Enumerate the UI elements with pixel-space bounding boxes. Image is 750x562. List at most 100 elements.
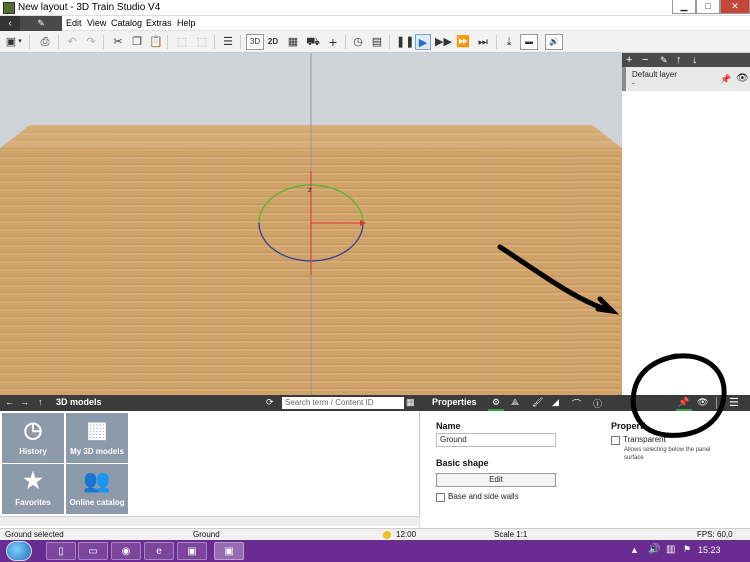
horizontal-scrollbar[interactable]: [0, 516, 420, 526]
fast-forward-icon[interactable]: ▶▶: [435, 34, 452, 50]
layer-up-icon[interactable]: ↑: [676, 53, 682, 67]
tray-network-icon[interactable]: ▥: [666, 544, 675, 555]
control-panel-icon[interactable]: ▬: [520, 34, 538, 50]
grid-icon: ▦: [86, 417, 108, 442]
pin-icon[interactable]: 📌: [720, 74, 731, 85]
add-icon[interactable]: +: [325, 34, 341, 50]
taskbar-app-1-icon[interactable]: ▯: [46, 542, 76, 560]
layer-sub: -: [632, 79, 635, 88]
nav-forward-icon[interactable]: →: [20, 397, 29, 407]
undo-icon[interactable]: ↶: [64, 34, 80, 50]
name-label: Name: [436, 421, 461, 431]
tile-history[interactable]: ◷ History: [2, 413, 64, 463]
selection-status: Ground selected: [5, 530, 64, 539]
taskbar-app-5-icon[interactable]: ▣: [177, 542, 207, 560]
minimize-button[interactable]: ▁: [672, 0, 696, 14]
gear-icon[interactable]: ⚙: [488, 395, 504, 411]
base-walls-checkbox[interactable]: [436, 493, 445, 502]
app-icon: [3, 2, 15, 14]
back-button[interactable]: ‹: [0, 16, 20, 31]
print-icon[interactable]: ⎙: [37, 34, 53, 50]
3d-viewport[interactable]: z: [0, 53, 622, 395]
edit-layer-icon[interactable]: ✎: [660, 53, 668, 67]
catalog-panel: ◷ History ▦ My 3D models ★ Favorites 👥 O…: [0, 411, 420, 528]
ungroup-icon[interactable]: ⬚: [194, 34, 210, 50]
redo-icon[interactable]: ↷: [83, 34, 99, 50]
name-field[interactable]: Ground: [436, 433, 556, 447]
remove-layer-icon[interactable]: −: [642, 53, 648, 67]
view-3d-button[interactable]: 3D: [246, 34, 264, 50]
catalog-title: 3D models: [56, 397, 102, 407]
view-2d-button[interactable]: 2D: [265, 34, 281, 50]
menu-help[interactable]: Help: [177, 18, 196, 28]
tile-favorites-label: Favorites: [15, 498, 51, 507]
cut-icon[interactable]: ✂: [110, 34, 126, 50]
skip-end-icon[interactable]: ⏭: [475, 34, 491, 50]
layers-panel: + − ✎ ↑ ↓ Default layer - 📌 👁: [622, 53, 750, 395]
brush-icon[interactable]: 🖌: [532, 397, 543, 408]
properties-title: Properties: [432, 397, 477, 407]
list-icon[interactable]: ☰: [220, 34, 236, 50]
tile-favorites[interactable]: ★ Favorites: [2, 464, 64, 514]
menu-extras[interactable]: Extras: [146, 18, 172, 28]
tile-history-label: History: [19, 447, 47, 456]
sound-icon[interactable]: 🔊: [545, 34, 563, 50]
menu-catalog[interactable]: Catalog: [111, 18, 142, 28]
edit-button[interactable]: Edit: [436, 473, 556, 487]
taskbar-explorer-icon[interactable]: ▭: [78, 542, 108, 560]
maximize-button[interactable]: □: [696, 0, 720, 14]
menu-view[interactable]: View: [87, 18, 106, 28]
calculator-icon[interactable]: ▤: [369, 34, 385, 50]
layers-toolbar: + − ✎ ↑ ↓: [622, 53, 750, 67]
nav-back-icon[interactable]: ←: [5, 397, 14, 407]
pause-icon[interactable]: ❚❚: [396, 34, 414, 50]
eye-icon[interactable]: 👁: [736, 73, 749, 84]
paste-icon[interactable]: 📋: [148, 34, 164, 50]
terrain-icon[interactable]: ◢: [552, 397, 559, 408]
node-icon[interactable]: ⟁: [511, 397, 519, 408]
selected-object: Ground: [193, 530, 220, 539]
taskbar-train-studio-icon[interactable]: ▣: [214, 542, 244, 560]
close-button[interactable]: ✕: [720, 0, 750, 14]
info-icon[interactable]: ⓘ: [593, 397, 602, 410]
taskbar-chrome-icon[interactable]: ◉: [111, 542, 141, 560]
layer-down-icon[interactable]: ↓: [692, 53, 698, 67]
layer-row-default[interactable]: Default layer - 📌 👁: [622, 67, 750, 91]
tray-arrow-icon[interactable]: ▲: [630, 545, 639, 555]
clock-icon[interactable]: ◷: [350, 34, 366, 50]
view-toggle-icon[interactable]: ▦: [406, 397, 415, 408]
download-icon[interactable]: ⤓: [501, 34, 517, 50]
grid-icon[interactable]: ▦: [285, 34, 301, 50]
start-button[interactable]: [6, 541, 32, 561]
taskbar-clock[interactable]: 15:23: [698, 545, 721, 555]
sun-icon[interactable]: [383, 531, 391, 539]
menu-edit[interactable]: Edit: [66, 18, 82, 28]
transparent-checkbox[interactable]: [611, 436, 620, 445]
train-icon[interactable]: ⛟: [305, 34, 321, 50]
nav-up-icon[interactable]: ↑: [38, 397, 43, 407]
tray-flag-icon[interactable]: ⚑: [683, 544, 691, 555]
menu-icon[interactable]: ☰: [729, 396, 739, 409]
copy-icon[interactable]: ❐: [129, 34, 145, 50]
refresh-icon[interactable]: ⟳: [266, 397, 274, 408]
base-walls-label: Base and side walls: [448, 492, 519, 501]
z-axis-label: z: [308, 187, 312, 194]
taskbar: ▯ ▭ ◉ e ▣ ▣ ▲ 🔊 ▥ ⚑ 15:23: [0, 540, 750, 562]
add-layer-icon[interactable]: +: [626, 53, 632, 67]
faster-forward-icon[interactable]: ⏩: [455, 34, 471, 50]
taskbar-ie-icon[interactable]: e: [144, 542, 174, 560]
save-dropdown-icon[interactable]: ▾: [16, 34, 24, 50]
play-icon[interactable]: ▶: [415, 34, 431, 50]
group-icon[interactable]: ⬚: [174, 34, 190, 50]
basic-shape-label: Basic shape: [436, 458, 489, 468]
layer-name: Default layer: [632, 70, 677, 79]
tunnel-icon[interactable]: ⌒: [572, 397, 581, 410]
sim-time[interactable]: 12:00: [396, 530, 416, 539]
edit-mode-button[interactable]: ✎: [20, 16, 62, 31]
tile-my-3d-models[interactable]: ▦ My 3D models: [66, 413, 128, 463]
status-bar: Ground selected Ground 12:00 Scale 1:1 F…: [0, 528, 750, 540]
tile-online-catalog-label: Online catalog: [69, 498, 125, 507]
search-input[interactable]: Search term / Content ID: [282, 397, 404, 409]
tile-online-catalog[interactable]: 👥 Online catalog: [66, 464, 128, 514]
tray-speaker-icon[interactable]: 🔊: [648, 544, 660, 555]
